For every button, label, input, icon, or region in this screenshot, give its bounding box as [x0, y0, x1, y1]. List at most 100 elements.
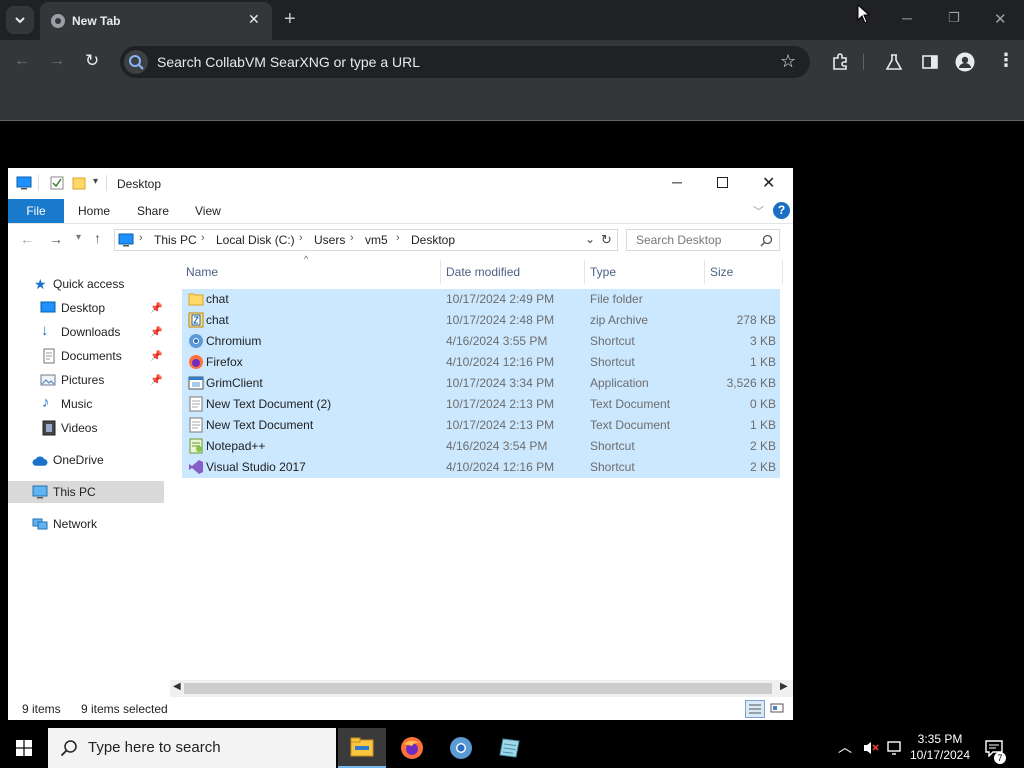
restore-button[interactable]: ❐	[948, 10, 960, 26]
file-row[interactable]: Chromium 4/16/2024 3:55 PM Shortcut 3 KB	[182, 331, 780, 352]
ribbon-expand-icon[interactable]: ﹀	[753, 203, 764, 219]
back-arrow-icon[interactable]: ←	[20, 231, 34, 247]
breadcrumb-users[interactable]: Users	[314, 233, 345, 247]
file-row[interactable]: Visual Studio 2017 4/10/2024 12:16 PM Shor…	[182, 457, 780, 478]
network-status-icon[interactable]	[886, 740, 904, 756]
tab-new-tab[interactable]: New Tab ✕	[40, 2, 272, 40]
tab-search-button[interactable]	[6, 6, 34, 34]
nav-pictures[interactable]: Pictures 📌	[8, 369, 168, 391]
nav-videos[interactable]: Videos	[8, 417, 168, 439]
nav-downloads[interactable]: ↓ Downloads 📌	[8, 321, 168, 343]
details-view-button[interactable]	[745, 700, 765, 718]
omnibox[interactable]: Search CollabVM SearXNG or type a URL ☆	[120, 46, 810, 78]
horizontal-scrollbar[interactable]: ◀ ▶	[170, 680, 793, 697]
search-desktop-input[interactable]: Search Desktop	[626, 229, 780, 251]
nav-desktop[interactable]: Desktop 📌	[8, 297, 168, 319]
breadcrumb-vm5[interactable]: vm5	[365, 233, 388, 247]
taskbar-clock[interactable]: 3:35 PM 10/17/2024	[905, 731, 975, 763]
nav-music[interactable]: ♪ Music	[8, 393, 168, 415]
tab-home[interactable]: Home	[78, 199, 110, 223]
taskbar-search-box[interactable]: Type here to search	[48, 728, 336, 768]
explorer-maximize-button[interactable]	[717, 177, 728, 188]
menu-dots-icon[interactable]: ⋮	[997, 50, 1015, 71]
breadcrumb-this-pc[interactable]: This PC	[154, 233, 197, 247]
nav-label: This PC	[53, 485, 96, 499]
scrollbar-thumb[interactable]	[184, 683, 772, 694]
file-row[interactable]: Firefox 4/10/2024 12:16 PM Shortcut 1 KB	[182, 352, 780, 373]
file-row[interactable]: New Text Document 10/17/2024 2:13 PM Text …	[182, 415, 780, 436]
documents-icon	[43, 348, 55, 364]
address-bar[interactable]: › This PC › Local Disk (C:) › Users › vm…	[114, 229, 618, 251]
forward-arrow-icon[interactable]: →	[49, 231, 63, 247]
profile-avatar-icon[interactable]	[955, 52, 975, 72]
windows-start-icon[interactable]	[16, 740, 32, 756]
taskbar-firefox[interactable]	[388, 728, 436, 768]
desktop-icon	[40, 301, 56, 313]
taskbar-notepad[interactable]	[486, 728, 534, 768]
search-placeholder: Search Desktop	[636, 233, 722, 247]
scroll-left-icon[interactable]: ◀	[173, 681, 181, 692]
breadcrumb-local-disk[interactable]: Local Disk (C:)	[216, 233, 295, 247]
tray-chevron-up-icon[interactable]: ︿	[838, 737, 852, 757]
file-type: Shortcut	[590, 355, 635, 369]
column-type-header[interactable]: Type	[590, 258, 616, 286]
breadcrumb-desktop[interactable]: Desktop	[411, 233, 455, 247]
address-dropdown-icon[interactable]: ⌄	[585, 232, 595, 246]
file-row[interactable]: chat 10/17/2024 2:48 PM zip Archive 278 KB	[182, 310, 780, 331]
tab-title: New Tab	[72, 14, 121, 28]
column-divider	[782, 260, 783, 284]
recent-locations-icon[interactable]: ▾	[76, 232, 81, 243]
tab-file[interactable]: File	[8, 199, 64, 223]
new-folder-icon[interactable]	[72, 176, 86, 190]
properties-checkbox-icon[interactable]	[50, 176, 64, 190]
bookmark-star-icon[interactable]: ☆	[780, 51, 796, 72]
nav-this-pc[interactable]: This PC	[8, 481, 164, 503]
file-date-modified: 10/17/2024 2:49 PM	[446, 292, 555, 306]
large-icons-view-icon	[770, 703, 784, 713]
file-row[interactable]: New Text Document (2) 10/17/2024 2:13 PM T…	[182, 394, 780, 415]
column-name-header[interactable]: Name	[186, 258, 218, 286]
nav-quick-access[interactable]: ★ Quick access	[8, 273, 168, 295]
scroll-right-icon[interactable]: ▶	[780, 681, 788, 692]
explorer-minimize-button[interactable]: ─	[672, 174, 682, 190]
file-row[interactable]: chat 10/17/2024 2:49 PM File folder	[182, 289, 780, 310]
file-type: Application	[590, 376, 649, 390]
taskbar-chromium[interactable]	[437, 728, 485, 768]
reload-icon[interactable]: ↻	[85, 51, 99, 71]
help-icon[interactable]: ?	[773, 202, 790, 219]
extensions-icon[interactable]	[831, 53, 849, 71]
status-selected-count: 9 items selected	[81, 702, 168, 716]
breadcrumb-separator: ›	[350, 232, 354, 244]
volume-muted-icon[interactable]	[862, 740, 880, 756]
details-view-icon	[749, 704, 761, 714]
nav-network[interactable]: Network	[8, 513, 168, 535]
refresh-icon[interactable]: ↻	[601, 232, 612, 248]
file-date-modified: 4/16/2024 3:54 PM	[446, 439, 548, 453]
back-arrow-icon[interactable]: ←	[14, 52, 30, 70]
zip-icon	[188, 312, 204, 328]
breadcrumb-separator: ›	[396, 232, 400, 244]
file-row[interactable]: Notepad++ 4/16/2024 3:54 PM Shortcut 2 KB	[182, 436, 780, 457]
close-button[interactable]: ✕	[994, 10, 1007, 28]
up-arrow-icon[interactable]: ↑	[94, 230, 101, 246]
large-icons-view-button[interactable]	[768, 700, 788, 718]
taskbar-file-explorer[interactable]	[338, 728, 386, 768]
bookmarks-area	[0, 84, 1024, 121]
tab-share[interactable]: Share	[137, 199, 169, 223]
file-row[interactable]: GrimClient 10/17/2024 3:34 PM Application 3…	[182, 373, 780, 394]
tab-view[interactable]: View	[195, 199, 221, 223]
qat-dropdown-icon[interactable]: ▾	[93, 176, 98, 187]
new-tab-button[interactable]: +	[284, 8, 296, 31]
column-date-header[interactable]: Date modified	[446, 258, 520, 286]
nav-documents[interactable]: Documents 📌	[8, 345, 168, 367]
labs-flask-icon[interactable]	[885, 53, 903, 71]
side-panel-icon[interactable]	[921, 53, 939, 71]
forward-arrow-icon[interactable]: →	[49, 52, 65, 70]
explorer-close-button[interactable]: ✕	[762, 173, 775, 193]
text-document-icon	[188, 417, 204, 433]
tab-close-icon[interactable]: ✕	[248, 11, 260, 28]
notification-count-badge: 7	[994, 752, 1006, 764]
minimize-button[interactable]: ─	[902, 10, 912, 26]
nav-onedrive[interactable]: OneDrive	[8, 449, 168, 471]
column-size-header[interactable]: Size	[710, 258, 733, 286]
